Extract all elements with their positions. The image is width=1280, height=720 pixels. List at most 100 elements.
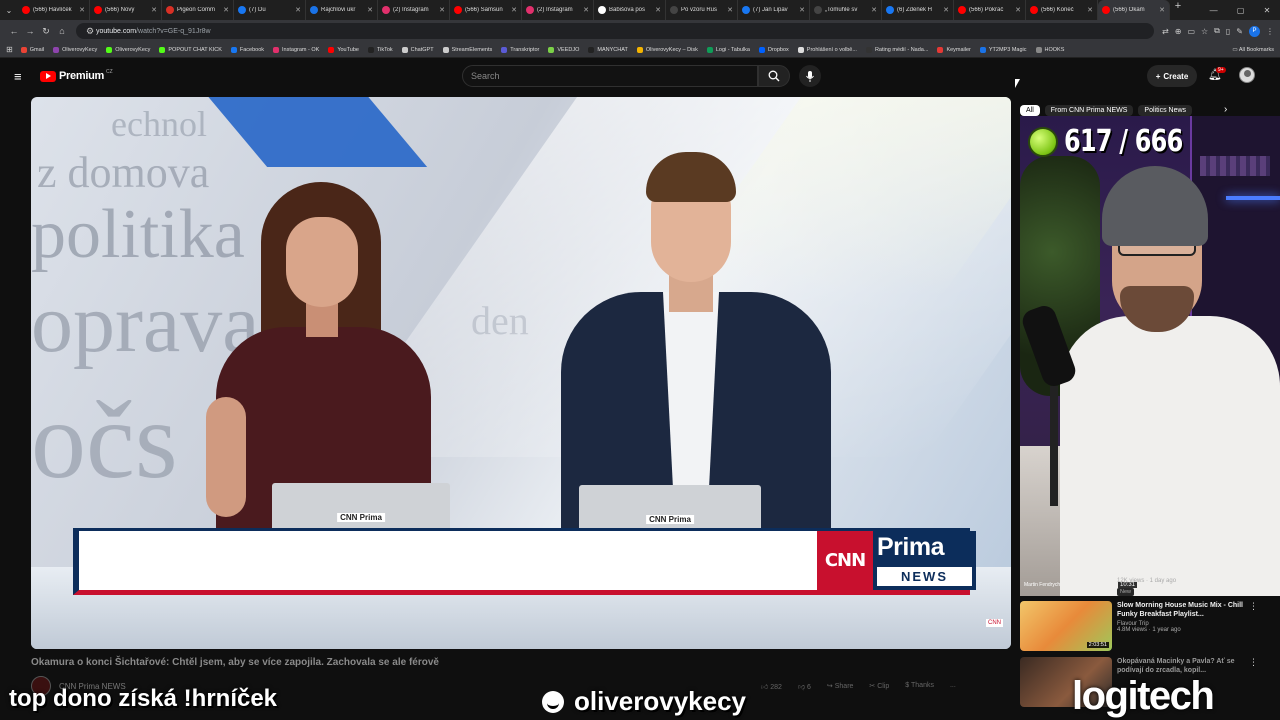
bookmark-item[interactable]: VEEDJO [548,46,579,53]
account-avatar[interactable] [1239,67,1255,83]
home-icon[interactable]: ⌂ [54,26,70,36]
bookmark-item[interactable]: Gmail [20,46,44,53]
forward-icon[interactable]: → [22,26,38,36]
bookmark-star-icon[interactable]: ☆ [1201,27,1208,36]
bookmark-item[interactable]: TikTok [367,46,393,53]
youtube-logo[interactable]: Premium CZ [40,69,113,82]
chip-all[interactable]: All [1020,104,1040,116]
search-button[interactable] [758,65,790,87]
close-icon[interactable]: ✕ [439,6,445,14]
goal-counter-value: 617 / 666 [1064,124,1183,159]
browser-tab[interactable]: Babišova pos ✕ [594,0,666,20]
browser-menu-icon[interactable]: ⋮ [1266,27,1274,36]
browser-tab[interactable]: (6) Zdenek H ✕ [882,0,954,20]
reload-icon[interactable]: ↻ [38,26,54,37]
sidebar-icon[interactable]: ▯ [1226,27,1230,36]
thanks-button[interactable]: $ Thanks [905,682,934,691]
browser-tab[interactable]: (7) Jan Lipav ✕ [738,0,810,20]
kebab-icon[interactable]: ✎ [1236,27,1243,36]
browser-tab[interactable]: (7) Du ✕ [234,0,306,20]
close-icon[interactable]: ✕ [1015,6,1021,14]
browser-tab-active[interactable]: (566) Okam ✕ [1098,0,1170,20]
tab-search-icon[interactable]: ⌄ [0,0,18,20]
share-button[interactable]: ↪ Share [827,682,854,691]
bookmark-item[interactable]: Prohlášení o volbě... [797,46,857,53]
hamburger-menu-icon[interactable]: ≡ [14,69,26,84]
browser-tab[interactable]: (2) Instagram ✕ [378,0,450,20]
bookmark-item[interactable]: StreamElements [442,46,492,53]
site-info-icon[interactable]: ⚙ [84,26,96,37]
close-icon[interactable]: ✕ [799,6,805,14]
new-tab-icon[interactable]: + [1170,0,1186,20]
rec-title[interactable]: Okopávaná Macinky a Pavla? Ať se podívaj… [1117,657,1247,675]
close-icon[interactable]: ✕ [223,6,229,14]
cast-icon[interactable]: ▭ [1187,27,1195,36]
minimize-icon[interactable]: — [1210,6,1218,15]
create-button[interactable]: + Create [1147,65,1197,87]
browser-tab[interactable]: (566) Havlíček ✕ [18,0,90,20]
bookmark-item[interactable]: MANYCHAT [588,46,628,53]
browser-tab[interactable]: (566) Nový ✕ [90,0,162,20]
bookmark-item[interactable]: OliverovyKecy [53,46,97,53]
search-input[interactable]: Search [462,65,758,87]
bookmark-item[interactable]: YouTube [328,46,359,53]
recommended-video[interactable]: 2:03:51 Slow Morning House Music Mix - C… [1020,601,1260,651]
browser-tab[interactable]: Po vzoru Rus ✕ [666,0,738,20]
browser-tab[interactable]: (566) Koneč ✕ [1026,0,1098,20]
bookmark-item[interactable]: YT2MP3 Magic [979,46,1027,53]
chevron-right-icon[interactable]: › [1224,104,1227,115]
dislike-button[interactable]: 👎︎ 6 [798,682,811,691]
close-icon[interactable]: ✕ [511,6,517,14]
video-thumbnail[interactable]: 2:03:51 [1020,601,1112,651]
bookmark-item[interactable]: HOOKS [1035,46,1064,53]
bookmark-item[interactable]: Keymailer [937,46,971,53]
back-icon[interactable]: ← [6,26,22,36]
zoom-icon[interactable]: ⊕ [1175,27,1182,36]
browser-tab[interactable]: (2) Instagram ✕ [522,0,594,20]
like-button[interactable]: 👍︎ 282 [761,682,782,691]
browser-tab[interactable]: Rajchlovi ukr ✕ [306,0,378,20]
bookmark-item[interactable]: POPOUT CHAT KICK [159,46,222,53]
kebab-menu-icon[interactable]: ⋮ [1249,601,1258,612]
close-icon[interactable]: ✕ [655,6,661,14]
close-icon[interactable]: ✕ [583,6,589,14]
close-icon[interactable]: ✕ [151,6,157,14]
bookmark-item[interactable]: Transkriptor [501,46,539,53]
profile-avatar[interactable]: P [1249,25,1260,37]
window-close-icon[interactable]: ✕ [1264,6,1271,15]
rec-title[interactable]: Slow Morning House Music Mix - Chill Fun… [1117,601,1247,619]
close-icon[interactable]: ✕ [943,6,949,14]
browser-tab[interactable]: Pigeon Comm ✕ [162,0,234,20]
kebab-menu-icon[interactable]: ⋮ [1249,657,1258,668]
chip-politics-news[interactable]: Politics News [1138,104,1193,116]
bookmark-item[interactable]: ChatGPT [401,46,434,53]
bookmark-item[interactable]: Rating médií - Nada... [865,46,928,53]
voice-search-button[interactable] [799,65,821,87]
chip-from-channel[interactable]: From CNN Prima NEWS [1044,104,1134,116]
close-icon[interactable]: ✕ [1159,6,1165,14]
clip-button[interactable]: ✂ Clip [869,682,889,691]
close-icon[interactable]: ✕ [871,6,877,14]
bookmark-item[interactable]: OliverovyKecy – Disk [636,46,698,53]
bookmark-item[interactable]: Logi - Tabulka [706,46,750,53]
maximize-icon[interactable]: ▢ [1237,6,1245,15]
bookmark-item[interactable]: Instagram - OK [273,46,319,53]
close-icon[interactable]: ✕ [79,6,85,14]
close-icon[interactable]: ✕ [1087,6,1093,14]
apps-grid-icon[interactable]: ⊞ [6,45,13,54]
video-player[interactable]: echnol z domova politika oprava očs den … [31,97,1011,649]
bookmark-item[interactable]: OliverovyKecy [106,46,150,53]
more-actions-button[interactable]: ... [950,682,956,691]
browser-tab[interactable]: (566) Pokrač ✕ [954,0,1026,20]
extensions-icon[interactable]: ⧉ [1214,26,1220,36]
close-icon[interactable]: ✕ [727,6,733,14]
url-field[interactable]: ⚙ youtube.com/watch?v=GE-q_91Jr8w [76,23,1155,39]
browser-tab[interactable]: (566) Samsun ✕ [450,0,522,20]
bookmark-item[interactable]: Dropbox [758,46,789,53]
close-icon[interactable]: ✕ [295,6,301,14]
close-icon[interactable]: ✕ [367,6,373,14]
bookmark-item[interactable]: Facebook [230,46,264,53]
browser-tab[interactable]: „Tomuhle sv ✕ [810,0,882,20]
all-bookmarks-button[interactable]: ▭ All Bookmarks [1232,47,1274,53]
translate-icon[interactable]: ⇄ [1162,27,1169,36]
